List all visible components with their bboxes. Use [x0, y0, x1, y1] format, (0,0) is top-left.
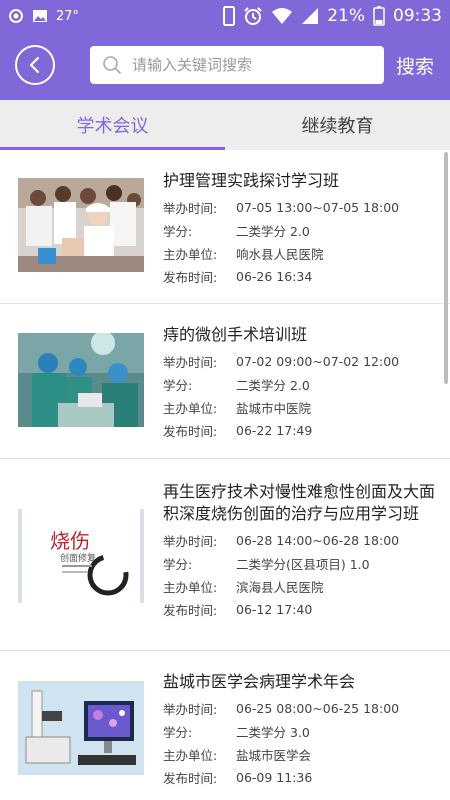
item-published: 06-12 17:40: [236, 602, 313, 617]
phone-icon: [223, 6, 236, 26]
item-time: 06-28 14:00~06-28 18:00: [236, 533, 400, 548]
list-item[interactable]: 痔的微创手术培训班 举办时间: 07-02 09:00~07-02 12:00 学…: [0, 304, 450, 459]
ink-circle-graphic: [62, 554, 129, 596]
item-organizer: 盐城市医学会: [236, 748, 312, 763]
item-title: 痔的微创手术培训班: [163, 325, 308, 344]
clock-time: 09:33: [393, 6, 442, 26]
search-input[interactable]: [132, 56, 352, 74]
item-organizer: 响水县人民医院: [236, 247, 324, 262]
list-item[interactable]: 烧伤 创面修复 再生医疗技术对慢性难愈性创面及大面积深度烧伤创面的治疗与应用学习…: [0, 459, 450, 651]
item-published: 06-09 11:36: [236, 770, 313, 785]
app-header: 搜索: [0, 32, 450, 100]
battery-percent: 21%: [327, 6, 365, 26]
label-time: 举办时间:: [163, 355, 218, 370]
list-item[interactable]: 护理管理实践探讨学习班 举办时间: 07-05 13:00~07-05 18:00…: [0, 150, 450, 304]
item-organizer: 盐城市中医院: [236, 401, 312, 416]
item-thumbnail: [18, 681, 144, 775]
item-time: 07-02 09:00~07-02 12:00: [236, 354, 400, 369]
tab-continuing-education[interactable]: 继续教育: [225, 100, 450, 150]
label-published: 发布时间:: [163, 771, 218, 786]
label-time: 举办时间:: [163, 702, 218, 717]
label-organizer: 主办单位:: [163, 247, 218, 262]
chevron-left-icon: [29, 56, 40, 74]
item-published: 06-22 17:49: [236, 423, 313, 438]
status-bar: 27° 21% 09:33: [0, 0, 450, 32]
label-organizer: 主办单位:: [163, 580, 218, 595]
item-credit: 二类学分 2.0: [236, 378, 310, 393]
item-credit: 二类学分 2.0: [236, 224, 310, 239]
item-credit: 二类学分 3.0: [236, 725, 310, 740]
item-title: 盐城市医学会病理学术年会: [163, 672, 356, 691]
item-thumbnail: [18, 178, 144, 272]
label-credit: 学分:: [163, 557, 193, 572]
item-credit: 二类学分(区县项目) 1.0: [236, 557, 370, 572]
item-thumbnail: [18, 333, 144, 427]
label-credit: 学分:: [163, 224, 193, 239]
search-box[interactable]: [90, 46, 384, 84]
label-published: 发布时间:: [163, 603, 218, 618]
tab-bar: 学术会议 继续教育: [0, 100, 450, 150]
app-notification-icon: [8, 8, 24, 24]
item-published: 06-26 16:34: [236, 269, 313, 284]
battery-icon: [373, 6, 385, 26]
label-credit: 学分:: [163, 725, 193, 740]
search-icon: [103, 56, 121, 74]
label-organizer: 主办单位:: [163, 748, 218, 763]
alarm-icon: [243, 6, 263, 26]
list-item[interactable]: 盐城市医学会病理学术年会 举办时间: 06-25 08:00~06-25 18:0…: [0, 651, 450, 800]
event-list: 护理管理实践探讨学习班 举办时间: 07-05 13:00~07-05 18:00…: [0, 150, 450, 800]
wifi-icon: [271, 7, 293, 25]
back-button[interactable]: [15, 45, 55, 85]
signal-icon: [301, 7, 319, 25]
image-notification-icon: [32, 8, 48, 24]
item-title: 护理管理实践探讨学习班: [163, 171, 340, 190]
item-time: 07-05 13:00~07-05 18:00: [236, 200, 400, 215]
label-published: 发布时间:: [163, 270, 218, 285]
item-thumbnail: 烧伤 创面修复: [18, 509, 144, 603]
item-title: 再生医疗技术对慢性难愈性创面及大面积深度烧伤创面的治疗与应用学习班: [163, 482, 436, 523]
search-button[interactable]: 搜索: [396, 52, 434, 79]
item-time: 06-25 08:00~06-25 18:00: [236, 701, 400, 716]
label-time: 举办时间:: [163, 201, 218, 216]
label-organizer: 主办单位:: [163, 401, 218, 416]
label-time: 举办时间:: [163, 534, 218, 549]
label-published: 发布时间:: [163, 424, 218, 439]
scrollbar[interactable]: [444, 152, 448, 384]
item-organizer: 滨海县人民医院: [236, 580, 324, 595]
tab-academic-conference[interactable]: 学术会议: [0, 100, 225, 150]
label-credit: 学分:: [163, 378, 193, 393]
temperature-text: 27°: [56, 8, 80, 24]
